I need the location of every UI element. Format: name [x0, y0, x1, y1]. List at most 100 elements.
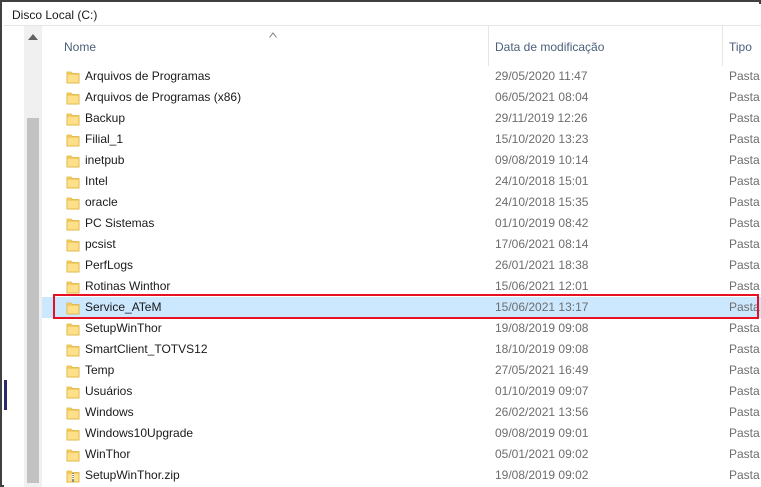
row-date: 15/10/2020 13:23	[495, 132, 589, 146]
table-row[interactable]: PerfLogs 26/01/2021 18:38 Pasta	[42, 255, 761, 276]
folder-icon	[66, 405, 80, 420]
row-type: Pasta	[729, 174, 760, 188]
row-name: SetupWinThor	[85, 321, 162, 335]
row-date: 17/06/2021 08:14	[495, 237, 589, 251]
row-name: pcsist	[85, 237, 116, 251]
folder-icon	[66, 300, 80, 315]
file-rows: Arquivos de Programas 29/05/2020 11:47 Pas…	[42, 66, 761, 486]
table-row[interactable]: Backup 29/11/2019 12:26 Pasta	[42, 108, 761, 129]
zip-folder-icon	[66, 468, 80, 483]
table-row[interactable]: SmartClient_TOTVS12 18/10/2019 09:08 Pasta	[42, 339, 761, 360]
row-name: Filial_1	[85, 132, 124, 146]
table-row[interactable]: Intel 24/10/2018 15:01 Pasta	[42, 171, 761, 192]
row-date: 09/08/2019 10:14	[495, 153, 589, 167]
navigation-pane	[4, 26, 24, 487]
folder-icon	[66, 69, 80, 84]
column-header-type[interactable]: Tipo	[722, 26, 761, 66]
folder-icon	[66, 384, 80, 399]
row-type: Pasta	[729, 216, 760, 230]
table-row[interactable]: WinThor 05/01/2021 09:02 Pasta	[42, 444, 761, 465]
row-date: 26/02/2021 13:56	[495, 405, 589, 419]
row-type: Pasta	[729, 342, 760, 356]
row-type: Pasta	[729, 69, 760, 83]
row-date: 29/11/2019 12:26	[495, 111, 588, 125]
table-row[interactable]: SetupWinThor 19/08/2019 09:08 Pasta	[42, 318, 761, 339]
row-name: Usuários	[85, 384, 133, 398]
row-date: 01/10/2019 08:42	[495, 216, 589, 230]
table-row[interactable]: Filial_1 15/10/2020 13:23 Pasta	[42, 129, 761, 150]
folder-icon	[66, 195, 80, 210]
row-type: Pasta	[729, 153, 760, 167]
table-row[interactable]: inetpub 09/08/2019 10:14 Pasta	[42, 150, 761, 171]
folder-icon	[66, 363, 80, 378]
row-date: 19/08/2019 09:02	[495, 468, 589, 482]
column-header-name-label: Nome	[64, 40, 97, 54]
row-date: 18/10/2019 09:08	[495, 342, 589, 356]
row-date: 26/01/2021 18:38	[495, 258, 589, 272]
scroll-up-icon[interactable]	[28, 34, 38, 40]
table-row[interactable]: Temp 27/05/2021 16:49 Pasta	[42, 360, 761, 381]
folder-icon	[66, 342, 80, 357]
column-header-type-label: Tipo	[729, 40, 752, 54]
row-name: Windows10Upgrade	[85, 426, 194, 440]
address-bar[interactable]: Disco Local (C:)	[4, 4, 761, 26]
navigation-pane-edge	[4, 380, 7, 410]
row-name: Service_ATeM	[85, 300, 162, 314]
sort-ascending-icon	[269, 32, 277, 38]
table-row[interactable]: oracle 24/10/2018 15:35 Pasta	[42, 192, 761, 213]
row-name: SmartClient_TOTVS12	[85, 342, 208, 356]
row-type: Pasta	[729, 447, 760, 461]
table-row[interactable]: Usuários 01/10/2019 09:07 Pasta	[42, 381, 761, 402]
row-type: Pasta	[729, 468, 760, 482]
row-name: Backup	[85, 111, 126, 125]
row-name: Arquivos de Programas (x86)	[85, 90, 242, 104]
folder-icon	[66, 111, 80, 126]
explorer-window: Disco Local (C:) Nome Data de modificaçã…	[0, 0, 761, 487]
row-date: 29/05/2020 11:47	[495, 69, 588, 83]
row-date: 24/10/2018 15:01	[495, 174, 589, 188]
window-title: Disco Local (C:)	[12, 8, 98, 22]
table-row[interactable]: Arquivos de Programas 29/05/2020 11:47 Pas…	[42, 66, 761, 87]
row-type: Pasta	[729, 384, 760, 398]
table-row[interactable]: Arquivos de Programas (x86) 06/05/2021 08…	[42, 87, 761, 108]
table-row[interactable]: Windows 26/02/2021 13:56 Pasta	[42, 402, 761, 423]
row-name: Temp	[85, 363, 115, 377]
folder-icon	[66, 279, 80, 294]
table-row-selected[interactable]: Service_ATeM 15/06/2021 13:17 Pasta	[42, 297, 761, 318]
folder-icon	[66, 174, 80, 189]
row-type: Pasta	[729, 405, 760, 419]
row-date: 24/10/2018 15:35	[495, 195, 589, 209]
row-type: Pasta	[729, 321, 760, 335]
row-name: SetupWinThor.zip	[85, 468, 180, 482]
column-header-date[interactable]: Data de modificação	[488, 26, 722, 66]
table-row[interactable]: pcsist 17/06/2021 08:14 Pasta	[42, 234, 761, 255]
table-row[interactable]: Rotinas Winthor 15/06/2021 12:01 Pasta	[42, 276, 761, 297]
scrollbar-thumb[interactable]	[27, 118, 39, 483]
table-row[interactable]: PC Sistemas 01/10/2019 08:42 Pasta	[42, 213, 761, 234]
row-type: Pasta	[729, 258, 760, 272]
row-type: Pasta	[729, 237, 760, 251]
folder-icon	[66, 153, 80, 168]
column-header-name[interactable]: Nome	[42, 26, 488, 66]
row-name: PerfLogs	[85, 258, 134, 272]
row-name: Intel	[85, 174, 108, 188]
row-date: 27/05/2021 16:49	[495, 363, 589, 377]
file-list: Nome Data de modificação Tipo Arquivos d…	[42, 26, 761, 487]
table-row[interactable]: SetupWinThor.zip 19/08/2019 09:02 Pasta	[42, 465, 761, 486]
row-date: 15/06/2021 13:17	[495, 300, 589, 314]
row-name: Arquivos de Programas	[85, 69, 211, 83]
row-name: Rotinas Winthor	[85, 279, 171, 293]
row-type: Pasta	[729, 195, 760, 209]
row-name: PC Sistemas	[85, 216, 155, 230]
vertical-scrollbar[interactable]	[24, 26, 42, 487]
folder-icon	[66, 426, 80, 441]
row-date: 01/10/2019 09:07	[495, 384, 589, 398]
row-name: Windows	[85, 405, 134, 419]
row-date: 15/06/2021 12:01	[495, 279, 589, 293]
row-type: Pasta	[729, 363, 760, 377]
row-type: Pasta	[729, 90, 760, 104]
folder-icon	[66, 447, 80, 462]
row-date: 19/08/2019 09:08	[495, 321, 589, 335]
table-row[interactable]: Windows10Upgrade 09/08/2019 09:01 Pasta	[42, 423, 761, 444]
column-header-date-label: Data de modificação	[495, 40, 605, 54]
